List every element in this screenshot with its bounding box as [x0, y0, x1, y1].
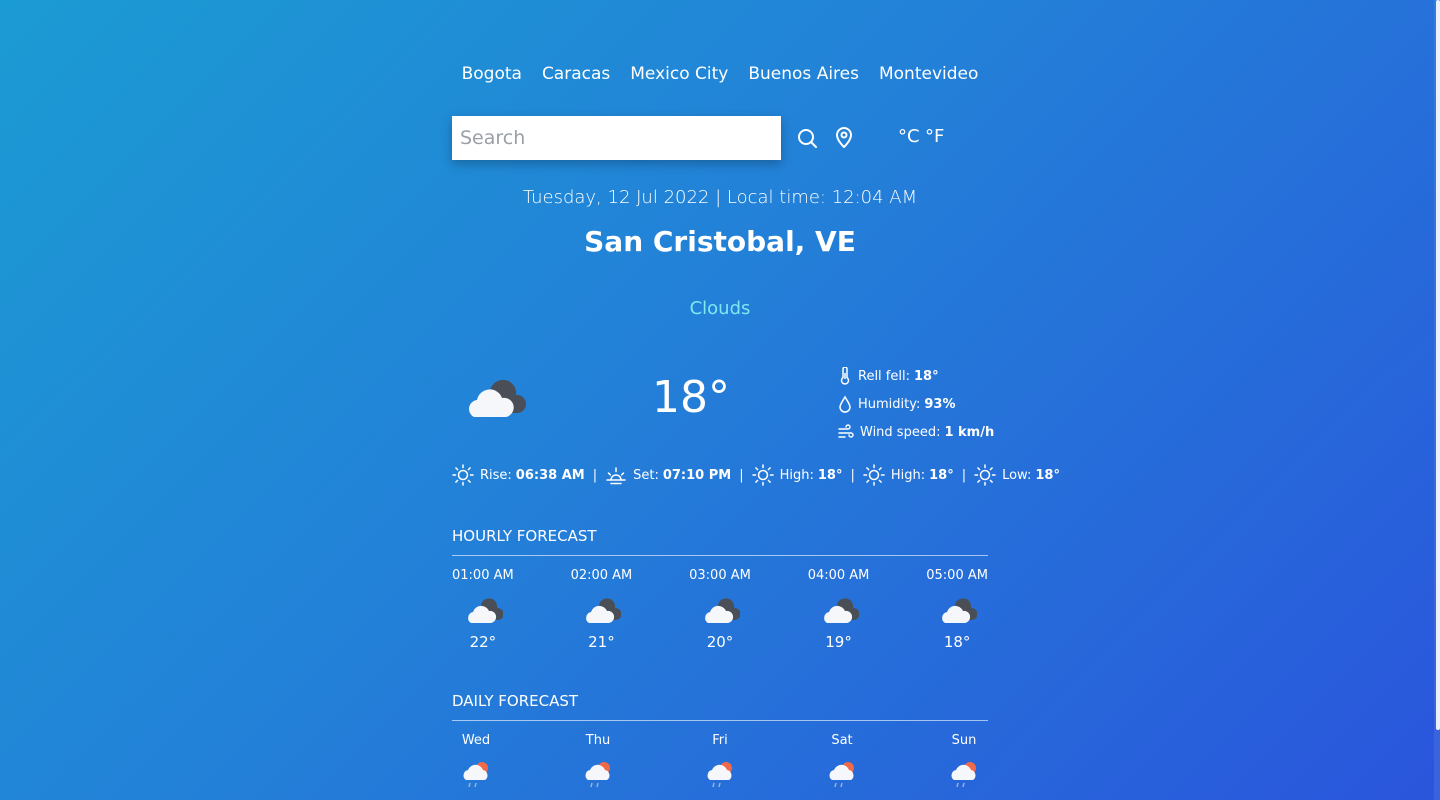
hourly-item: 04:00 AM 19°: [808, 568, 870, 651]
daily-day: Sun: [951, 733, 977, 748]
sunrise-item: Rise: 06:38 AM: [452, 464, 585, 486]
sun-info-row: Rise: 06:38 AM | Set: 07:10 PM | High: 1…: [452, 464, 1060, 486]
hourly-time: 03:00 AM: [689, 568, 751, 583]
cloudy-night-icon: [469, 379, 526, 417]
sun-icon: [863, 464, 885, 486]
hourly-temp: 22°: [469, 633, 497, 651]
thermometer-icon: [840, 367, 850, 385]
location-title: San Cristobal, VE: [584, 225, 856, 258]
cloudy-night-icon: [705, 598, 740, 623]
page-scrollbar[interactable]: [1434, 0, 1440, 800]
weather-condition: Clouds: [689, 298, 751, 319]
location-pin-icon[interactable]: [832, 126, 856, 150]
city-link-buenos-aires[interactable]: Buenos Aires: [748, 64, 859, 84]
cloudy-night-icon: [942, 598, 978, 623]
wind-speed-value: 1 km/h: [944, 424, 995, 440]
separator: |: [961, 467, 967, 483]
daily-forecast-title: DAILY FORECAST: [452, 692, 988, 721]
rain-sun-icon: [951, 762, 976, 788]
rain-sun-icon: [707, 762, 732, 788]
rain-sun-icon: [829, 762, 854, 788]
wind-icon: [838, 424, 854, 438]
sun-icon: [452, 464, 474, 486]
daily-item: Wed: [456, 733, 496, 792]
local-datetime: Tuesday, 12 Jul 2022 | Local time: 12:04…: [522, 187, 918, 208]
daily-day: Sat: [831, 733, 853, 748]
hourly-time: 02:00 AM: [570, 568, 633, 583]
separator: |: [592, 467, 598, 483]
hourly-time: 01:00 AM: [452, 568, 514, 583]
daily-item: Sat: [822, 733, 862, 792]
city-quick-links: Bogota Caracas Mexico City Buenos Aires …: [452, 64, 988, 84]
rain-sun-icon: [585, 762, 610, 788]
hourly-item: 03:00 AM 20°: [689, 568, 751, 651]
hourly-temp: 19°: [825, 633, 852, 651]
city-link-mexico-city[interactable]: Mexico City: [630, 64, 728, 84]
hourly-temp: 18°: [943, 633, 971, 651]
hourly-item: 02:00 AM 21°: [571, 568, 633, 651]
daily-day: Thu: [585, 733, 611, 748]
wind-speed-label: Wind speed:: [860, 424, 941, 440]
current-temperature: 18°: [652, 372, 730, 423]
high-label: High:: [779, 467, 814, 483]
humidity-row: Humidity: 93%: [838, 390, 998, 418]
hourly-forecast-title: HOURLY FORECAST: [452, 527, 988, 556]
city-link-caracas[interactable]: Caracas: [542, 64, 610, 84]
separator: |: [850, 467, 855, 483]
sunrise-value: 06:38 AM: [515, 467, 585, 483]
daily-day: Fri: [712, 733, 728, 748]
hourly-temp: 20°: [706, 633, 734, 651]
hourly-item: 01:00 AM 22°: [452, 568, 514, 651]
low-label: Low:: [1002, 467, 1032, 483]
real-feel-value: 18°: [913, 368, 939, 384]
daily-day: Wed: [461, 733, 491, 748]
hourly-time: 05:00 AM: [926, 568, 988, 583]
separator: |: [739, 467, 744, 483]
search-row: °C °F: [452, 116, 988, 160]
sunset-item: Set: 07:10 PM: [605, 464, 731, 486]
real-feel-row: Rell fell: 18°: [838, 362, 998, 390]
hourly-time: 04:00 AM: [807, 568, 870, 583]
real-feel-label: Rell fell:: [858, 368, 910, 384]
daily-item: Fri: [700, 733, 740, 792]
celsius-toggle[interactable]: °C: [898, 126, 920, 147]
hourly-item: 05:00 AM 18°: [926, 568, 988, 651]
low-item: Low: 18°: [974, 464, 1060, 486]
sunset-value: 07:10 PM: [662, 467, 732, 483]
cloudy-night-icon: [586, 598, 622, 623]
city-link-montevideo[interactable]: Montevideo: [879, 64, 978, 84]
daily-item: Sun: [944, 733, 984, 792]
city-link-bogota[interactable]: Bogota: [462, 64, 522, 84]
search-input[interactable]: [452, 116, 781, 160]
fahrenheit-toggle[interactable]: °F: [925, 126, 944, 147]
humidity-value: 93%: [924, 396, 956, 412]
droplet-icon: [839, 395, 851, 413]
scrollbar-thumb[interactable]: [1436, 0, 1440, 730]
high-value-2: 18°: [929, 467, 954, 483]
sunset-icon: [606, 467, 626, 485]
current-details: Rell fell: 18° Humidity: 93% Wind speed:…: [838, 362, 998, 446]
daily-forecast-list: Wed Thu Fri Sat Sun: [452, 733, 988, 792]
sunset-label: Set:: [633, 467, 659, 483]
cloudy-night-icon: [823, 598, 859, 623]
high-label-2: High:: [890, 467, 926, 483]
cloudy-night-icon: [468, 598, 503, 623]
daily-item: Thu: [578, 733, 618, 792]
high-value: 18°: [817, 467, 843, 483]
wind-speed-row: Wind speed: 1 km/h: [838, 418, 998, 446]
hourly-temp: 21°: [588, 633, 615, 651]
high-item: High: 18°: [751, 464, 843, 486]
search-icon[interactable]: [795, 126, 819, 150]
sun-icon: [751, 464, 774, 486]
sun-icon: [974, 464, 996, 486]
hourly-forecast-list: 01:00 AM 22° 02:00 AM 21° 03:00 AM 20° 0…: [452, 568, 988, 651]
high-item-2: High: 18°: [863, 464, 954, 486]
rain-sun-icon: [463, 762, 488, 788]
low-value: 18°: [1035, 467, 1060, 483]
sunrise-label: Rise:: [480, 467, 512, 483]
humidity-label: Humidity:: [858, 396, 921, 412]
